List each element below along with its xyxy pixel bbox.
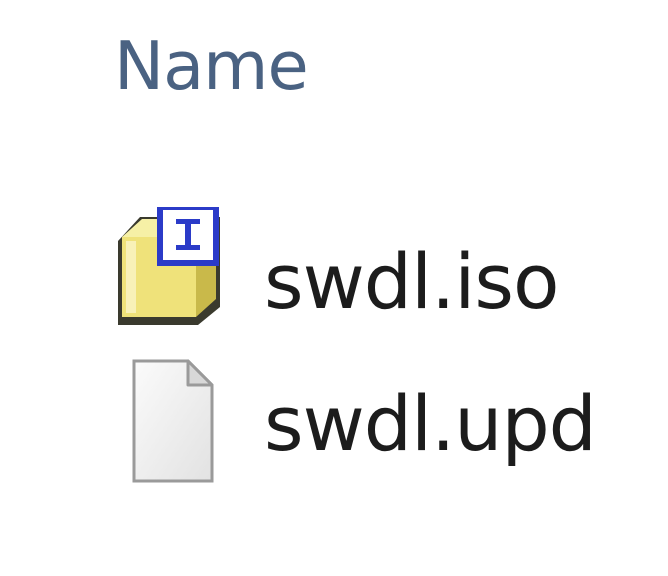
file-name: swdl.iso [264,237,559,326]
file-explorer-view: Name swdl.iso swdl.upd [0,0,668,576]
disc-image-icon [108,204,248,337]
blank-file-icon [108,357,248,487]
file-item-swdl-upd[interactable]: swdl.upd [108,357,628,483]
file-name: swdl.upd [264,379,597,468]
file-item-swdl-iso[interactable]: swdl.iso [108,204,628,326]
file-list: swdl.iso swdl.upd [0,0,668,576]
